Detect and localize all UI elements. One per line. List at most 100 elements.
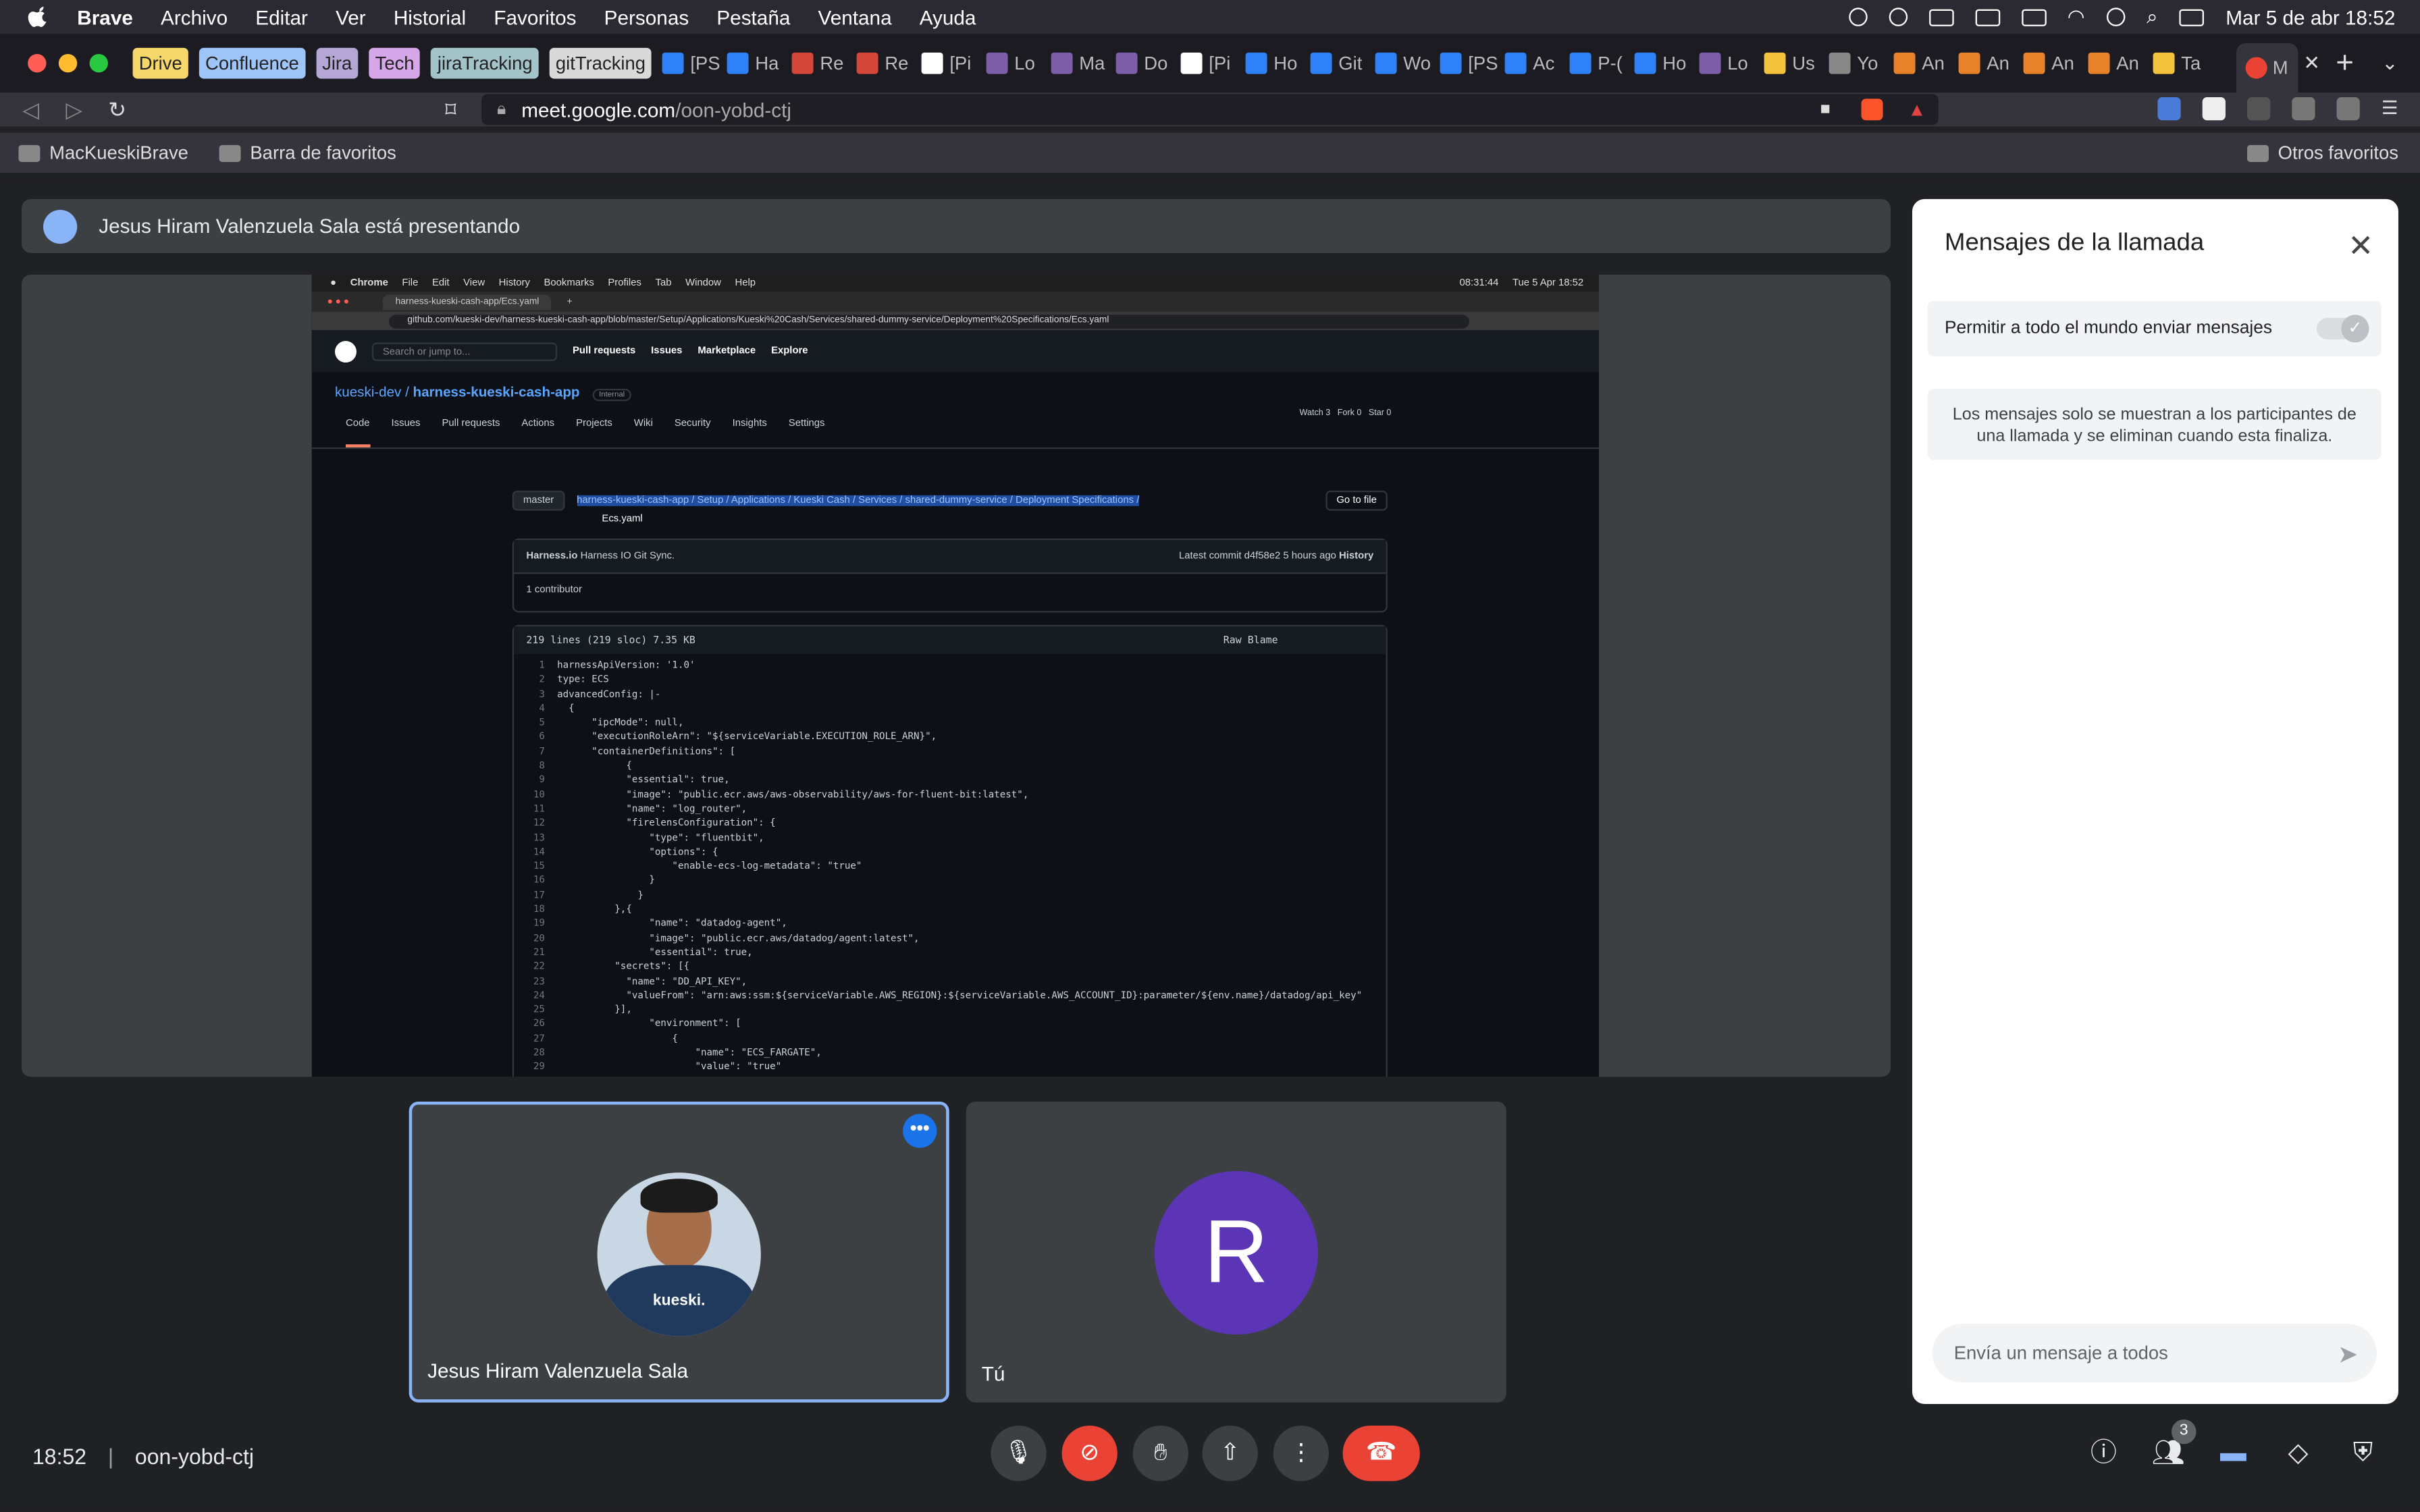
reload-icon[interactable]: ↻ (96, 97, 139, 123)
bookmark-folder-barra[interactable]: Barra de favoritos (250, 142, 396, 163)
browser-tab[interactable]: Ta (2153, 52, 2218, 74)
menu-archivo[interactable]: Archivo (161, 5, 228, 28)
brave-shields-icon[interactable] (1861, 99, 1883, 121)
browser-tab[interactable]: Wo (1375, 52, 1440, 74)
host-controls-icon[interactable]: ⛨ (2344, 1435, 2382, 1472)
wallet-icon[interactable] (2336, 97, 2360, 121)
browser-tab[interactable]: Lo (987, 52, 1051, 74)
presentation-stage[interactable]: ● Chrome File Edit View History Bookmark… (21, 274, 1891, 1077)
browser-tab[interactable]: Ha (727, 52, 792, 74)
lock-icon[interactable]: 🔒︎ (497, 99, 506, 119)
menu-app-name[interactable]: Brave (77, 5, 133, 28)
browser-tab[interactable]: [Pi (922, 52, 987, 74)
tab-group-jiratracking[interactable]: jiraTracking (431, 47, 539, 79)
bookmark-icon[interactable]: ⌑ (429, 97, 472, 123)
spotlight-search-icon[interactable]: ⌕ (2147, 5, 2158, 30)
bookmark-folder-mackueskibrave[interactable]: MacKueskiBrave (49, 142, 188, 163)
raise-hand-button[interactable]: ✋︎ (1132, 1425, 1188, 1482)
brave-rewards-icon[interactable]: ▲ (1908, 99, 1926, 120)
tab-search-chevron-icon[interactable]: ⌄ (2382, 51, 2398, 76)
chat-icon[interactable]: ▬ (2215, 1435, 2252, 1472)
new-tab-button[interactable]: + (2336, 45, 2354, 81)
tab-google-meet-active[interactable]: M (2235, 43, 2298, 93)
more-options-button[interactable]: ••• (903, 1114, 937, 1148)
focus-icon[interactable] (1848, 7, 1867, 26)
back-icon[interactable]: ◁ (9, 97, 53, 123)
menu-editar[interactable]: Editar (255, 5, 308, 28)
browser-tab[interactable]: P-( (1570, 52, 1635, 74)
browser-tab[interactable]: Do (1116, 52, 1181, 74)
menu-personas[interactable]: Personas (604, 5, 689, 28)
bookmark-folder-otros[interactable]: Otros favoritos (2228, 142, 2398, 163)
puzzle-icon[interactable] (2292, 97, 2315, 121)
activities-icon[interactable]: ◇ (2280, 1435, 2317, 1472)
menu-ayuda[interactable]: Ayuda (920, 5, 976, 28)
screen-mirror-icon[interactable] (1928, 8, 1953, 26)
leave-call-button[interactable]: ☎︎ (1342, 1425, 1420, 1482)
menu-pestana[interactable]: Pestaña (716, 5, 790, 28)
line-number: 8 (539, 761, 545, 772)
browser-tab[interactable]: Ho (1246, 52, 1311, 74)
menu-favoritos[interactable]: Favoritos (494, 5, 576, 28)
tab-group-confluence[interactable]: Confluence (199, 47, 305, 79)
browser-tab[interactable]: Git (1311, 52, 1375, 74)
forward-icon[interactable]: ▷ (53, 97, 96, 123)
minimize-window-button[interactable] (58, 53, 78, 73)
browser-tab[interactable]: An (1959, 52, 2024, 74)
control-center-icon[interactable] (2179, 8, 2205, 26)
browser-tab[interactable]: Lo (1700, 52, 1764, 74)
browser-tab[interactable]: An (2024, 52, 2088, 74)
battery-icon[interactable] (2021, 8, 2046, 26)
participant-tile-presenter[interactable]: ••• kueski. Jesus Hiram Valenzuela Sala (409, 1101, 949, 1403)
memory-icon[interactable] (1974, 8, 2000, 26)
menubar-clock[interactable]: Mar 5 de abr 18:52 (2226, 5, 2395, 28)
browser-tab[interactable]: Yo (1829, 52, 1894, 74)
chat-message-input[interactable]: Envía un mensaje a todos ➤ (1932, 1324, 2377, 1382)
user-icon[interactable] (2106, 7, 2126, 26)
participant-tile-self[interactable]: R Tú (966, 1101, 1506, 1403)
browser-tab[interactable]: An (1894, 52, 1959, 74)
browser-tab[interactable]: [PS (662, 52, 727, 74)
browser-tab[interactable]: Ac (1505, 52, 1570, 74)
translate-extension-icon[interactable] (2157, 97, 2181, 121)
camera-in-use-icon[interactable]: ■ (1820, 101, 1831, 119)
line-number: 5 (539, 718, 545, 729)
more-options-button[interactable]: ⋮ (1273, 1425, 1329, 1482)
browser-tab[interactable]: Re (857, 52, 922, 74)
browser-tab[interactable]: [Pi (1181, 52, 1246, 74)
tab-favicon-icon (1764, 52, 1787, 74)
menu-icon[interactable]: ☰ (2382, 97, 2404, 120)
wifi-icon[interactable]: ◠ (2068, 5, 2085, 30)
browser-tab[interactable]: Ma (1051, 52, 1116, 74)
close-window-button[interactable] (28, 53, 47, 73)
send-icon[interactable]: ➤ (2338, 1339, 2359, 1370)
tab-group-jira[interactable]: Jira (315, 47, 359, 79)
tab-group-drive[interactable]: Drive (132, 47, 188, 79)
apple-icon[interactable] (28, 6, 49, 28)
allow-messages-toggle[interactable]: ✓ (2316, 315, 2369, 343)
camera-off-button[interactable]: ⊘ (1061, 1425, 1117, 1482)
browser-tab[interactable]: An (2088, 52, 2153, 74)
zoom-window-button[interactable] (89, 53, 108, 73)
meeting-details-icon[interactable]: ⓘ (2085, 1435, 2122, 1472)
line-number: 25 (533, 1004, 545, 1016)
shared-menu-item: Window (685, 277, 721, 289)
menu-ventana[interactable]: Ventana (818, 5, 892, 28)
menu-historial[interactable]: Historial (394, 5, 466, 28)
browser-tab[interactable]: [PS (1440, 52, 1505, 74)
b-extension-icon[interactable] (2202, 97, 2226, 121)
vpn-icon[interactable] (1888, 7, 1908, 26)
present-screen-button[interactable]: ⇧ (1202, 1425, 1258, 1482)
browser-tab[interactable]: Ho (1635, 52, 1700, 74)
browser-tab[interactable]: Re (792, 52, 857, 74)
tab-group-gittracking[interactable]: gitTracking (549, 47, 652, 79)
line-number: 24 (533, 990, 545, 1002)
tab-group-tech[interactable]: Tech (369, 47, 421, 79)
browser-tab[interactable]: Us (1764, 52, 1829, 74)
address-bar[interactable]: 🔒︎ meet.google.com /oon-yobd-ctj ■ ▲ (481, 94, 1939, 126)
menu-ver[interactable]: Ver (336, 5, 366, 28)
close-panel-icon[interactable]: ✕ (2348, 227, 2373, 265)
extension-icon[interactable] (2246, 97, 2271, 121)
microphone-button[interactable]: 🎙︎ (991, 1425, 1047, 1482)
close-tab-icon[interactable]: ✕ (2303, 51, 2320, 76)
